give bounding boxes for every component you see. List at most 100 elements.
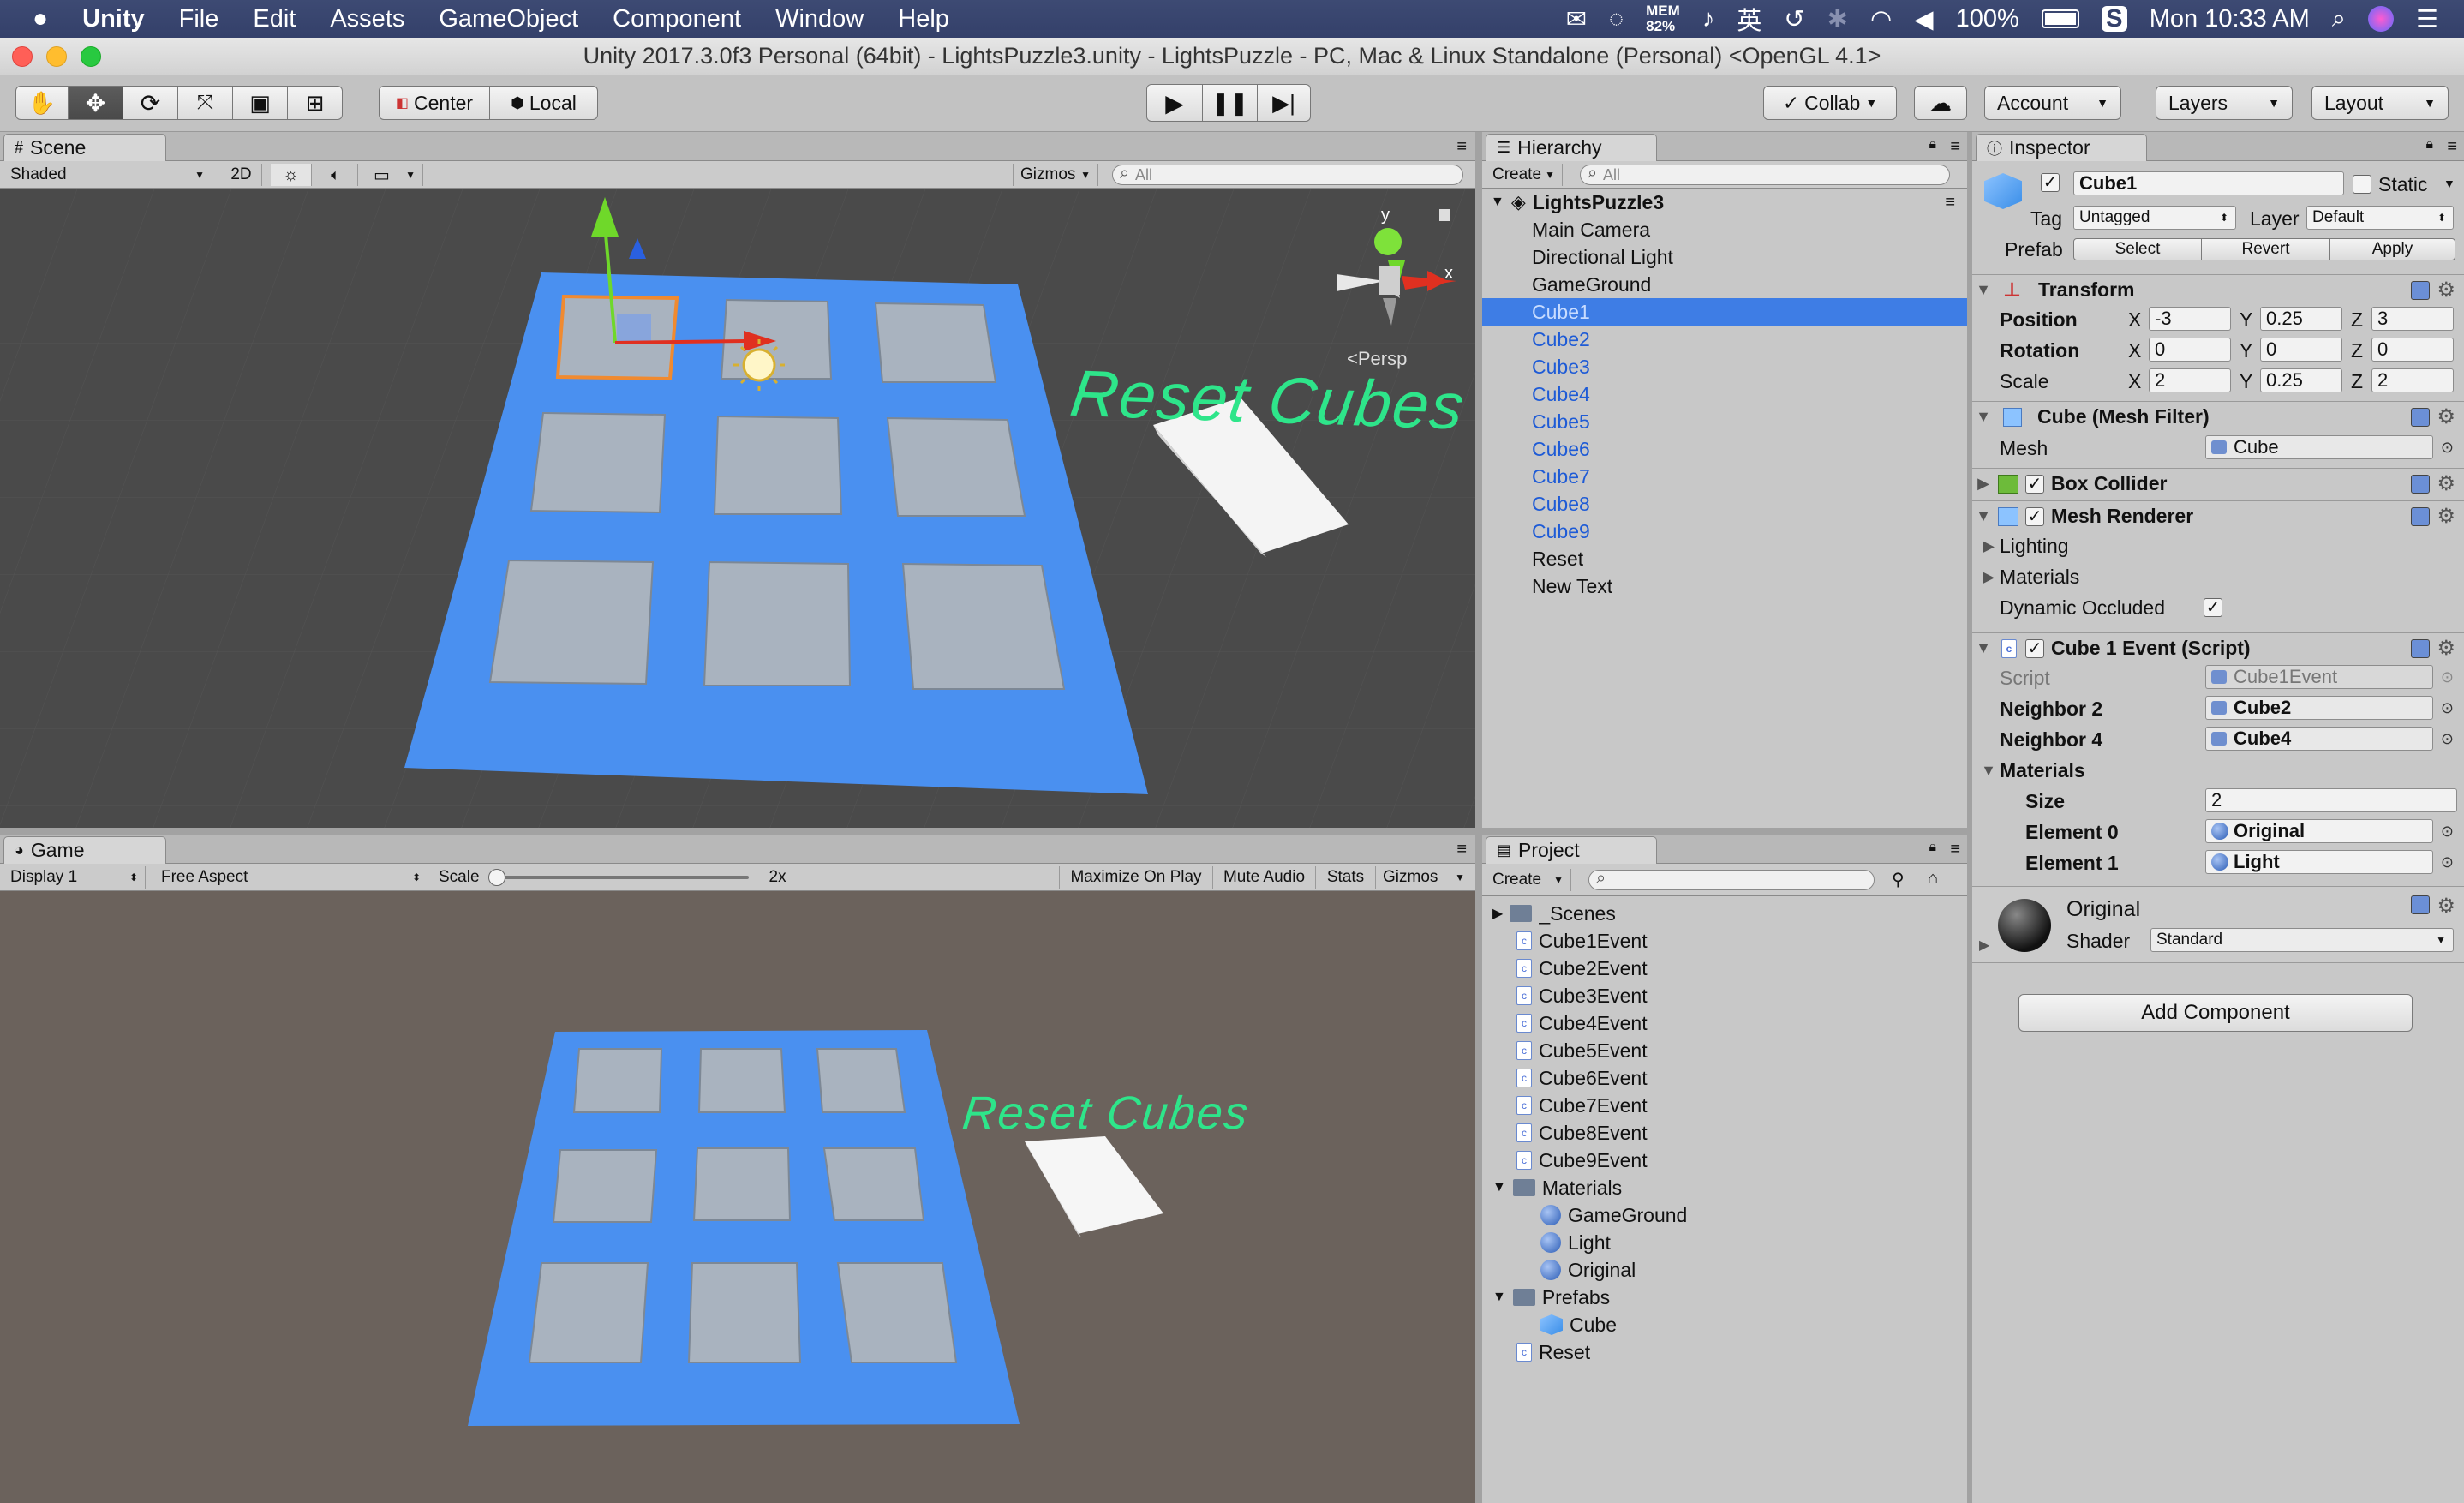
project-script-cube5event[interactable]: c Cube5Event bbox=[1516, 1037, 1648, 1064]
scene-gizmos-dropdown[interactable]: Gizmos ▼ bbox=[1013, 164, 1098, 186]
hierarchy-item-cube3[interactable]: Cube3 bbox=[1532, 353, 1590, 380]
expand-triangle-icon[interactable]: ▼ bbox=[1972, 639, 1995, 657]
scale-slider-thumb[interactable] bbox=[487, 869, 505, 886]
minimize-window-button[interactable] bbox=[46, 46, 67, 67]
cube6-tile[interactable] bbox=[886, 416, 1026, 517]
time-machine-icon[interactable]: ↺ bbox=[1784, 4, 1804, 34]
shader-dropdown[interactable]: Standard ▼ bbox=[2150, 928, 2454, 952]
rotation-x-field[interactable]: 0 bbox=[2149, 338, 2231, 362]
scale-slider[interactable] bbox=[487, 869, 749, 886]
rotation-z-label[interactable]: Z bbox=[2351, 339, 2363, 362]
element1-object-field[interactable]: Light bbox=[2205, 850, 2433, 874]
object-picker-icon[interactable]: ⊙ bbox=[2441, 853, 2454, 871]
mute-audio-toggle[interactable]: Mute Audio bbox=[1213, 866, 1316, 889]
panel-menu-icon[interactable]: ≡ bbox=[1950, 137, 1960, 157]
hierarchy-item-directional-light[interactable]: Directional Light bbox=[1532, 243, 1673, 271]
object-picker-icon[interactable]: ⊙ bbox=[2441, 823, 2454, 841]
hierarchy-item-cube9[interactable]: Cube9 bbox=[1532, 518, 1590, 545]
hierarchy-scene-root[interactable]: ▼ ◈ LightsPuzzle3 ≡ bbox=[1491, 189, 1959, 216]
play-button[interactable]: ▶ bbox=[1146, 84, 1203, 122]
lock-icon[interactable]: 🔒︎ bbox=[1929, 137, 1936, 153]
transform-tool-button[interactable]: ⊞ bbox=[288, 86, 343, 120]
collapsed-triangle-icon[interactable]: ▶ bbox=[1979, 937, 1989, 954]
transform-component-header[interactable]: ▼ ⊥ Transform ⚙ bbox=[1972, 274, 2464, 305]
gear-icon[interactable]: ⚙ bbox=[2437, 278, 2455, 302]
project-material-original[interactable]: Original bbox=[1540, 1256, 1636, 1284]
cube3-tile[interactable] bbox=[874, 302, 997, 383]
script-enabled-checkbox[interactable]: ✓ bbox=[2025, 638, 2044, 658]
hierarchy-item-reset[interactable]: Reset bbox=[1532, 545, 1583, 572]
static-dropdown-arrow-icon[interactable]: ▼ bbox=[2443, 177, 2455, 190]
help-book-icon[interactable] bbox=[2411, 407, 2430, 427]
cloud-button[interactable]: ☁ bbox=[1914, 86, 1967, 120]
menu-edit[interactable]: Edit bbox=[253, 5, 296, 33]
siri-icon[interactable] bbox=[2368, 6, 2394, 32]
scale-z-label[interactable]: Z bbox=[2351, 370, 2363, 393]
help-book-icon[interactable] bbox=[2411, 474, 2430, 494]
gear-icon[interactable]: ⚙ bbox=[2437, 504, 2455, 529]
scale-tool-button[interactable]: ⤧ bbox=[178, 86, 233, 120]
wifi-icon[interactable]: ◠ bbox=[1870, 4, 1892, 34]
game-gizmos-dropdown[interactable]: Gizmos ▼ bbox=[1376, 866, 1472, 889]
search-spotlight-icon[interactable]: ◌ bbox=[1609, 5, 1624, 33]
gizmo-lock-icon[interactable] bbox=[1439, 209, 1450, 221]
project-prefab-cube[interactable]: Cube bbox=[1540, 1311, 1617, 1338]
tab-project[interactable]: ▤ Project bbox=[1486, 836, 1657, 864]
renderer-materials-foldout[interactable]: ▶ Materials bbox=[1977, 566, 2079, 589]
rotation-y-field[interactable]: 0 bbox=[2260, 338, 2342, 362]
cube9-tile[interactable] bbox=[901, 562, 1066, 690]
box-collider-enabled-checkbox[interactable]: ✓ bbox=[2025, 474, 2044, 494]
ime-indicator[interactable]: 英 bbox=[1737, 1, 1761, 37]
layout-dropdown[interactable]: Layout ▼ bbox=[2311, 86, 2449, 120]
project-script-cube8event[interactable]: c Cube8Event bbox=[1516, 1119, 1648, 1147]
mesh-renderer-component-header[interactable]: ▼ ✓ Mesh Renderer ⚙ bbox=[1972, 500, 2464, 531]
cube7-tile[interactable] bbox=[488, 559, 655, 686]
lock-icon[interactable]: 🔒︎ bbox=[2425, 137, 2433, 153]
neighbor2-object-field[interactable]: Cube2 bbox=[2205, 696, 2433, 720]
gear-icon[interactable]: ⚙ bbox=[2437, 404, 2455, 429]
microphone-icon[interactable]: ♪ bbox=[1702, 5, 1715, 33]
menu-file[interactable]: File bbox=[179, 5, 219, 33]
shading-mode-dropdown[interactable]: Shaded ▼ bbox=[3, 164, 212, 186]
game-viewport[interactable]: Reset Cubes bbox=[0, 891, 1475, 1503]
material-preview-sphere[interactable] bbox=[1998, 899, 2051, 952]
active-checkbox[interactable]: ✓ bbox=[2041, 173, 2060, 192]
hierarchy-item-cube7[interactable]: Cube7 bbox=[1532, 463, 1590, 490]
scale-y-label[interactable]: Y bbox=[2240, 370, 2252, 393]
project-script-cube1event[interactable]: c Cube1Event bbox=[1516, 927, 1648, 955]
lighting-foldout[interactable]: ▶ Lighting bbox=[1977, 535, 2069, 558]
rect-tool-button[interactable]: ▣ bbox=[233, 86, 288, 120]
panel-menu-icon[interactable]: ≡ bbox=[2447, 137, 2457, 157]
filter-label-icon[interactable]: ⌂ bbox=[1928, 869, 1938, 889]
lock-icon[interactable]: 🔒︎ bbox=[1929, 840, 1936, 855]
menu-assets[interactable]: Assets bbox=[330, 5, 404, 33]
panel-menu-icon[interactable]: ≡ bbox=[1950, 840, 1960, 859]
tab-scene[interactable]: # Scene bbox=[3, 134, 166, 161]
hierarchy-item-cube4[interactable]: Cube4 bbox=[1532, 380, 1590, 408]
project-folder-materials[interactable]: ▼ Materials bbox=[1492, 1174, 1622, 1201]
hierarchy-item-gameground[interactable]: GameGround bbox=[1532, 271, 1651, 298]
scale-z-field[interactable]: 2 bbox=[2371, 368, 2454, 392]
cube2-tile[interactable] bbox=[720, 298, 833, 380]
object-picker-icon[interactable]: ⊙ bbox=[2441, 730, 2454, 748]
scene-reset-text[interactable]: Reset Cubes bbox=[1067, 356, 1475, 440]
pause-button[interactable]: ❚❚ bbox=[1203, 84, 1258, 122]
spotlight-icon[interactable]: ⌕ bbox=[2332, 5, 2346, 33]
cube5-tile[interactable] bbox=[713, 415, 843, 515]
project-script-reset[interactable]: c Reset bbox=[1516, 1338, 1590, 1366]
position-z-field[interactable]: 3 bbox=[2371, 307, 2454, 331]
scale-x-field[interactable]: 2 bbox=[2149, 368, 2231, 392]
tab-hierarchy[interactable]: ☰ Hierarchy bbox=[1486, 134, 1657, 161]
tag-dropdown[interactable]: Untagged ⬍ bbox=[2073, 206, 2236, 230]
clock[interactable]: Mon 10:33 AM bbox=[2150, 5, 2310, 33]
tab-game[interactable]: ◕ Game bbox=[3, 836, 166, 864]
collapsed-triangle-icon[interactable]: ▶ bbox=[1972, 475, 1995, 493]
battery-icon[interactable] bbox=[2041, 9, 2079, 28]
mesh-filter-component-header[interactable]: ▼ Cube (Mesh Filter) ⚙ bbox=[1972, 401, 2464, 432]
app-s-icon[interactable]: S bbox=[2101, 6, 2127, 32]
scene-audio-toggle[interactable]: 🔈︎ bbox=[314, 164, 358, 186]
rotation-x-label[interactable]: X bbox=[2128, 339, 2141, 362]
help-book-icon[interactable] bbox=[2411, 638, 2430, 658]
project-material-gameground[interactable]: GameGround bbox=[1540, 1201, 1687, 1229]
help-book-icon[interactable] bbox=[2411, 280, 2430, 300]
